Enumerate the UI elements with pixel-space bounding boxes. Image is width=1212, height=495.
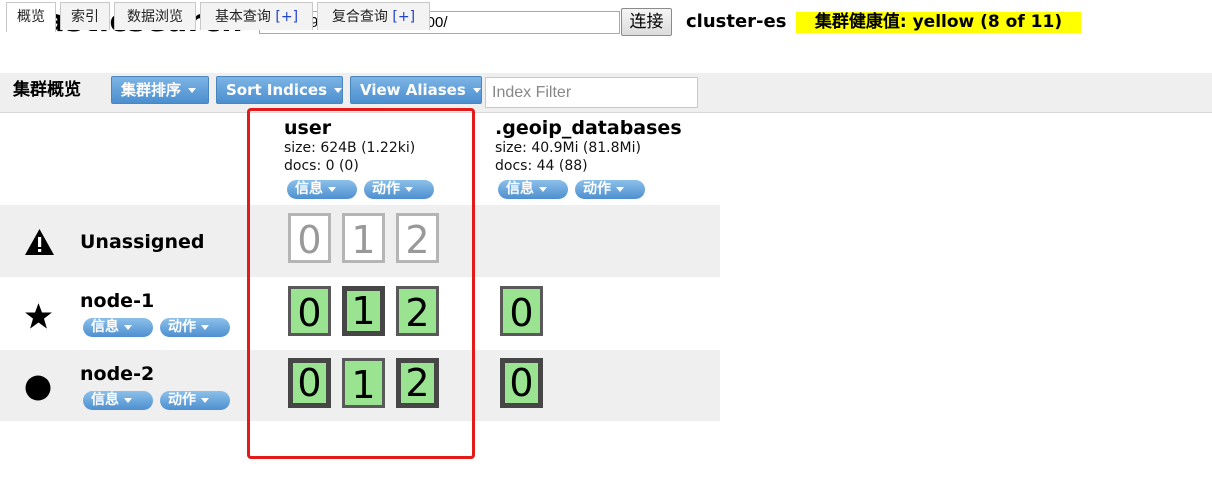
- tab-basic-query[interactable]: 基本查询 [+]: [200, 2, 313, 30]
- tab-label: 数据浏览: [127, 9, 183, 25]
- node-action-button[interactable]: 动作: [160, 391, 230, 410]
- node-name: node-1: [80, 290, 155, 312]
- add-tab-link[interactable]: [+]: [392, 9, 415, 25]
- tab-browser[interactable]: 数据浏览: [114, 2, 196, 30]
- button-label: 信息: [91, 319, 119, 335]
- tab-label: 复合查询: [331, 9, 388, 25]
- button-label: 动作: [583, 181, 611, 197]
- index-docs: docs: 44 (88): [495, 158, 588, 174]
- caret-down-icon: [472, 88, 481, 93]
- caret-down-icon: [539, 186, 547, 192]
- tab-label: 索引: [71, 9, 99, 25]
- caret-down-icon: [334, 88, 343, 93]
- button-label: 信息: [506, 181, 534, 197]
- sort-indices-button[interactable]: Sort Indices: [216, 76, 343, 104]
- index-info-button[interactable]: 信息: [498, 180, 568, 199]
- add-tab-link[interactable]: [+]: [275, 9, 298, 25]
- view-aliases-button[interactable]: View Aliases: [350, 76, 482, 104]
- tab-overview[interactable]: 概览: [6, 2, 56, 32]
- tab-label: 基本查询: [214, 9, 271, 25]
- node-name: Unassigned: [80, 231, 205, 253]
- toolbar-title: 集群概览: [13, 80, 81, 100]
- button-label: 信息: [91, 392, 119, 408]
- caret-down-icon: [124, 324, 132, 330]
- cluster-health-badge: 集群健康值: yellow (8 of 11): [796, 12, 1081, 33]
- caret-down-icon: [201, 397, 209, 403]
- cluster-sort-button[interactable]: 集群排序: [111, 76, 209, 104]
- warning-icon: [25, 229, 54, 255]
- tab-bar: [0, 43, 1212, 74]
- tab-indices[interactable]: 索引: [60, 2, 110, 30]
- node-info-button[interactable]: 信息: [83, 318, 153, 337]
- caret-down-icon: [188, 88, 197, 93]
- node-action-button[interactable]: 动作: [160, 318, 230, 337]
- caret-down-icon: [201, 324, 209, 330]
- button-label: 集群排序: [121, 81, 182, 99]
- index-name[interactable]: .geoip_databases: [495, 117, 682, 139]
- connect-button[interactable]: 连接: [621, 8, 672, 36]
- star-icon: [25, 303, 52, 329]
- index-action-button[interactable]: 动作: [575, 180, 645, 199]
- cluster-url-input[interactable]: [259, 11, 620, 34]
- highlight-box: [247, 108, 475, 459]
- circle-icon: [25, 375, 51, 401]
- caret-down-icon: [616, 186, 624, 192]
- caret-down-icon: [124, 397, 132, 403]
- tab-complex-query[interactable]: 复合查询 [+]: [317, 2, 430, 30]
- button-label: 动作: [168, 319, 196, 335]
- shard-primary[interactable]: 0: [500, 358, 543, 408]
- button-label: View Aliases: [360, 81, 466, 99]
- node-name: node-2: [80, 363, 155, 385]
- index-size: size: 40.9Mi (81.8Mi): [495, 140, 641, 156]
- index-filter-input[interactable]: [485, 77, 698, 108]
- button-label: Sort Indices: [226, 81, 328, 99]
- tab-label: 概览: [17, 9, 45, 25]
- node-info-button[interactable]: 信息: [83, 391, 153, 410]
- button-label: 动作: [168, 392, 196, 408]
- cluster-name: cluster-es: [686, 11, 787, 32]
- shard-replica[interactable]: 0: [500, 286, 543, 336]
